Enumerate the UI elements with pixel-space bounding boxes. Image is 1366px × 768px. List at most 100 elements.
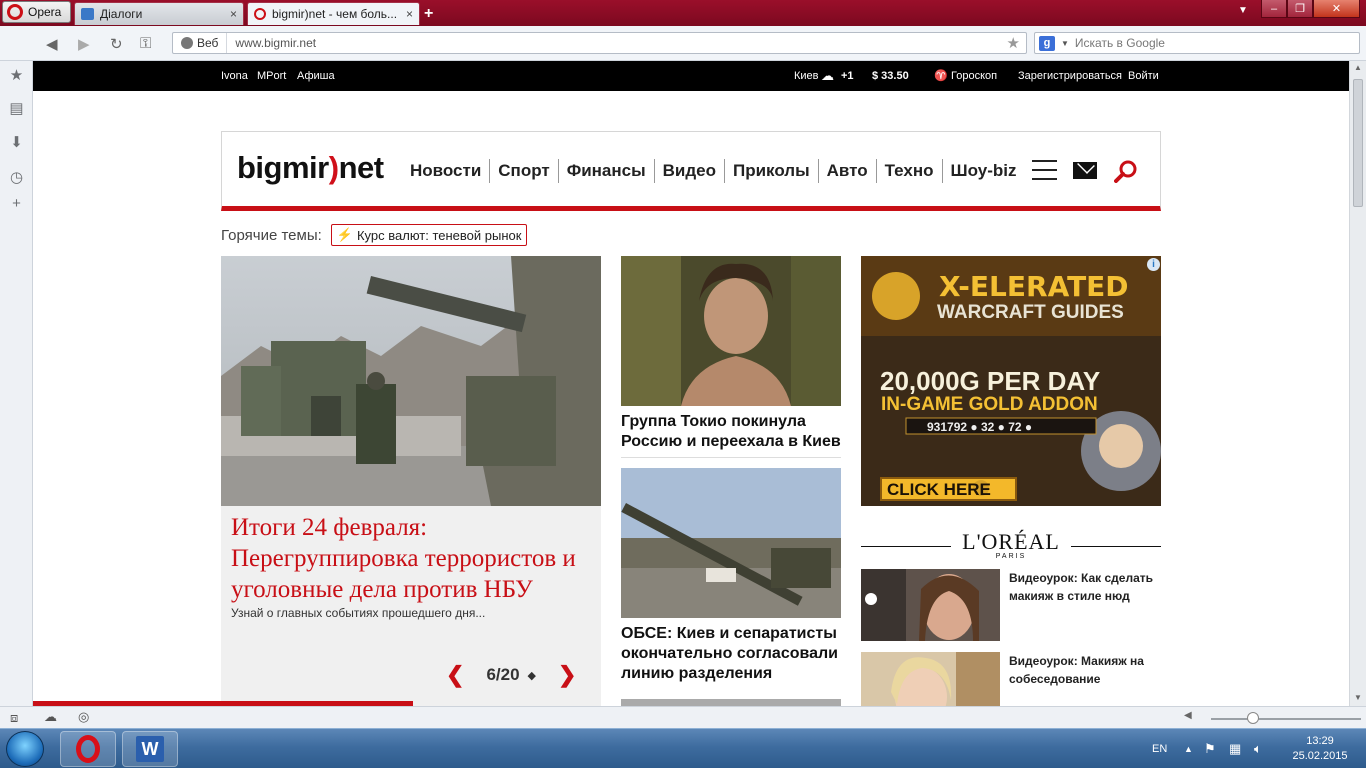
back-arrow-icon[interactable]: ◀	[46, 35, 58, 53]
main-story-title[interactable]: Итоги 24 февраля: Перегруппировка террор…	[231, 512, 591, 605]
mid-story-title[interactable]: Группа Токио покинула Россию и переехала…	[621, 412, 841, 452]
tab-bigmir[interactable]: bigmir)net - чем боль... ×	[247, 2, 420, 25]
currency-rate[interactable]: $ 33.50	[872, 61, 909, 91]
warcraft-ad-banner[interactable]: X-ELERATED WARCRAFT GUIDES 20,000G PER D…	[861, 256, 1161, 506]
language-indicator[interactable]: EN	[1152, 729, 1167, 768]
page-scrollbar[interactable]: ▲ ▼	[1349, 61, 1366, 706]
add-panel-icon[interactable]: +	[9, 196, 24, 211]
nav-item-finance[interactable]: Финансы	[557, 159, 654, 183]
new-tab-button[interactable]: +	[424, 5, 433, 23]
nav-item-auto[interactable]: Авто	[817, 159, 876, 183]
bookmarks-star-icon[interactable]: ★	[9, 68, 24, 83]
downloads-icon[interactable]: ⬇	[9, 135, 24, 150]
taskbar-app-opera[interactable]	[60, 731, 116, 767]
mid-story-card[interactable]: ОБСЕ: Киев и сепаратисты окончательно со…	[621, 468, 841, 684]
scrollbar-thumb[interactable]	[1353, 79, 1363, 207]
search-icon[interactable]	[1114, 159, 1138, 183]
close-window-button[interactable]: ✕	[1313, 0, 1360, 18]
tab-close-button[interactable]: ×	[230, 7, 237, 21]
search-field[interactable]: g ▼ Искать в Google	[1034, 32, 1360, 54]
taskbar-app-word[interactable]: W	[122, 731, 178, 767]
prev-arrow-icon[interactable]: ❮	[446, 662, 464, 688]
speed-dial-icon[interactable]: ◎	[78, 709, 89, 725]
opera-logo-icon	[7, 4, 23, 20]
tab-title: bigmir)net - чем боль...	[272, 7, 398, 21]
tab-menu-chevron-down-icon[interactable]: ▼	[1238, 5, 1248, 16]
site-favicon-icon	[254, 8, 266, 20]
menu-hamburger-icon[interactable]	[1032, 160, 1057, 180]
mail-envelope-icon[interactable]	[1073, 162, 1097, 179]
url-scheme-badge[interactable]: Веб	[173, 33, 228, 53]
side-video-title[interactable]: Видеоурок: Макияж на собеседование	[1009, 652, 1159, 688]
zoom-slider-thumb[interactable]	[1247, 712, 1259, 724]
browser-status-bar: ⧈ ☁ ◎ ◀	[0, 706, 1366, 728]
register-link[interactable]: Зарегистрироваться	[1018, 61, 1122, 91]
mid-story-photo[interactable]	[621, 468, 841, 618]
ad-info-icon[interactable]: i	[1147, 258, 1160, 271]
site-logo[interactable]: bigmir)net	[237, 150, 384, 186]
start-button[interactable]	[6, 731, 44, 767]
opera-menu-button[interactable]: Opera	[2, 1, 71, 23]
google-icon[interactable]: g	[1039, 35, 1055, 51]
nav-item-sport[interactable]: Спорт	[489, 159, 557, 183]
tab-dialogs[interactable]: Діалоги ×	[74, 2, 244, 25]
nav-item-video[interactable]: Видео	[653, 159, 724, 183]
search-placeholder[interactable]: Искать в Google	[1075, 36, 1165, 50]
weather-temperature[interactable]: +1	[841, 61, 854, 91]
nav-item-tech[interactable]: Техно	[875, 159, 942, 183]
mid-story-photo[interactable]	[621, 256, 841, 406]
main-story-photo[interactable]	[221, 256, 601, 506]
panel-toggle-icon[interactable]: ⧈	[10, 710, 18, 726]
nav-item-jokes[interactable]: Приколы	[724, 159, 818, 183]
side-video-item[interactable]: Видеоурок: Как сделать макияж в стиле ню…	[861, 569, 1161, 641]
address-bar[interactable]: Веб www.bigmir.net ★	[172, 32, 1027, 54]
view-icon[interactable]: ◀	[1184, 710, 1192, 721]
mid-story-title[interactable]: ОБСЕ: Киев и сепаратисты окончательно со…	[621, 624, 841, 684]
sponsor-brand[interactable]: L'ORÉAL PARIS	[861, 527, 1161, 560]
weather-city[interactable]: Киев	[794, 61, 819, 91]
hot-topic-chip[interactable]: ⚡ Курс валют: теневой рынок	[330, 224, 528, 246]
forward-arrow-icon[interactable]: ▶	[78, 35, 90, 53]
maximize-button[interactable]: ❐	[1287, 0, 1313, 18]
sponsor-logo-sub: PARIS	[995, 553, 1027, 560]
web-page: Ivona MPort Афиша Киев ☁ +1 $ 33.50 ♈ Го…	[33, 61, 1349, 706]
side-video-thumb[interactable]	[861, 569, 1000, 641]
taskbar-clock[interactable]: 13:29 25.02.2015	[1280, 734, 1360, 764]
turbo-cloud-icon[interactable]: ☁	[44, 709, 57, 725]
action-center-flag-icon[interactable]: ⚑	[1204, 729, 1216, 768]
next-arrow-icon[interactable]: ❯	[558, 662, 576, 688]
url-text[interactable]: www.bigmir.net	[227, 36, 1006, 50]
reload-icon[interactable]: ↻	[110, 35, 123, 53]
lightning-icon: ⚡	[336, 227, 353, 242]
globe-icon	[181, 37, 193, 49]
history-clock-icon[interactable]: ◷	[9, 170, 24, 185]
ad-cta-button[interactable]: CLICK HERE	[887, 480, 991, 500]
zoom-slider[interactable]	[1211, 718, 1361, 720]
key-icon[interactable]: ⚿	[140, 35, 151, 52]
volume-icon[interactable]: 🔈︎	[1254, 729, 1262, 768]
chevron-down-icon[interactable]: ▼	[1061, 39, 1069, 48]
scroll-up-arrow-icon[interactable]: ▲	[1354, 63, 1362, 72]
top-link-afisha[interactable]: Афиша	[297, 61, 335, 91]
login-link[interactable]: Войти	[1128, 61, 1159, 91]
scroll-down-arrow-icon[interactable]: ▼	[1354, 693, 1362, 702]
sponsor-logo: L'ORÉAL	[962, 529, 1060, 554]
notes-icon[interactable]: ▤	[9, 101, 24, 116]
main-story-card[interactable]: Итоги 24 февраля: Перегруппировка террор…	[221, 256, 601, 706]
minimize-button[interactable]: –	[1261, 0, 1287, 18]
nav-item-news[interactable]: Новости	[402, 159, 489, 183]
bookmark-star-icon[interactable]: ★	[1007, 34, 1026, 52]
nav-item-showbiz[interactable]: Шоу-biz	[941, 159, 1025, 183]
browser-side-panel: ★ ▤ ⬇ ◷ +	[0, 61, 33, 706]
top-link-mport[interactable]: MPort	[257, 61, 286, 91]
side-video-title[interactable]: Видеоурок: Как сделать макияж в стиле ню…	[1009, 569, 1159, 605]
top-link-ivona[interactable]: Ivona	[221, 61, 248, 91]
side-video-thumb[interactable]	[861, 652, 1000, 706]
tab-close-button[interactable]: ×	[406, 7, 413, 21]
network-icon[interactable]: ▦	[1229, 729, 1241, 768]
ad-subheadline: WARCRAFT GUIDES	[937, 302, 1124, 323]
horoscope-link[interactable]: Гороскоп	[951, 61, 997, 91]
mid-story-card[interactable]: Группа Токио покинула Россию и переехала…	[621, 256, 841, 452]
side-video-item[interactable]: Видеоурок: Макияж на собеседование	[861, 652, 1161, 706]
tray-expand-chevron-icon[interactable]: ▲	[1184, 729, 1193, 768]
